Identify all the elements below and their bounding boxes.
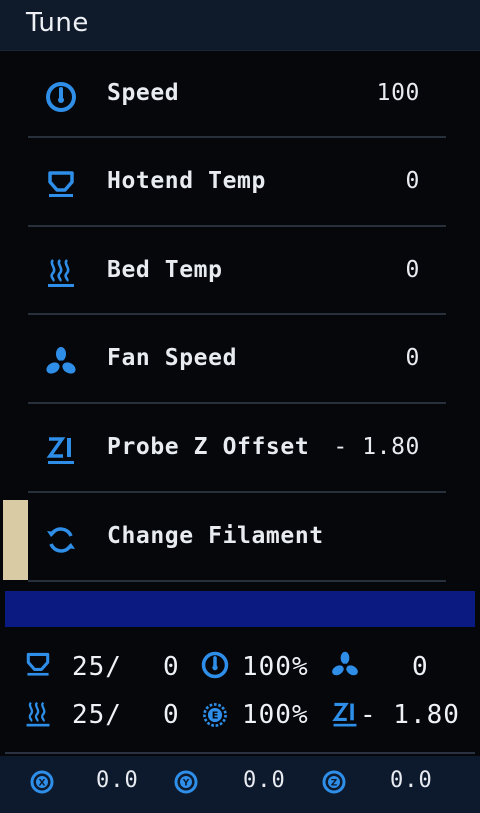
hotend-temp-value: 0 (405, 168, 420, 194)
fan-speed-value: 0 (405, 345, 420, 371)
x-axis-icon: X (30, 770, 54, 794)
hotend-current: 25/ (72, 652, 122, 682)
speed-value: 100 (376, 80, 420, 106)
axis-position-bar: X 0.0 Y 0.0 Z 0.0 (0, 756, 480, 813)
speed-gauge-icon (201, 651, 229, 679)
divider (5, 752, 475, 754)
page-title: Tune (26, 8, 89, 38)
z-position: 0.0 (390, 768, 433, 793)
menu-item-hotend-temp[interactable]: Hotend Temp 0 (0, 140, 480, 228)
divider (28, 313, 446, 315)
fan-icon (332, 651, 358, 676)
bed-heat-icon (26, 701, 50, 727)
hotend-icon (26, 652, 50, 676)
status-row-1: 25/ 0 100% 0 (0, 642, 480, 690)
divider (28, 136, 446, 138)
menu-label: Bed Temp (107, 257, 223, 283)
divider (28, 225, 446, 227)
probe-z-icon (46, 437, 74, 464)
menu-item-speed[interactable]: Speed 100 (0, 52, 480, 140)
bed-current: 25/ (72, 700, 122, 730)
z-offset-value: - 1.80 (360, 700, 460, 730)
divider (28, 491, 446, 493)
speed-gauge-icon (46, 82, 76, 112)
flow-percent: 100% (242, 700, 309, 730)
print-progress-bar (5, 591, 475, 627)
menu-label: Speed (107, 80, 180, 106)
probe-z-icon (332, 702, 357, 727)
status-row-2: 25/ 0 E 100% - 1.80 (0, 698, 480, 746)
menu-label: Fan Speed (107, 345, 238, 371)
menu-item-change-filament[interactable]: Change Filament (0, 495, 480, 583)
y-position: 0.0 (243, 768, 286, 793)
svg-text:E: E (212, 711, 219, 722)
menu-item-fan-speed[interactable]: Fan Speed 0 (0, 317, 480, 405)
bed-temp-value: 0 (405, 257, 420, 283)
z-axis-icon: Z (322, 770, 346, 794)
title-bar: Tune (0, 0, 480, 51)
hotend-icon (48, 171, 74, 197)
menu-item-bed-temp[interactable]: Bed Temp 0 (0, 229, 480, 317)
probe-z-offset-value: - 1.80 (333, 434, 420, 460)
bed-target: 0 (163, 700, 180, 730)
hotend-target: 0 (163, 652, 180, 682)
extruder-flow-icon: E (203, 703, 227, 727)
menu-label: Hotend Temp (107, 168, 266, 194)
menu-label: Change Filament (107, 523, 324, 549)
change-filament-icon (47, 527, 75, 553)
menu-item-probe-z-offset[interactable]: Probe Z Offset - 1.80 (0, 406, 480, 494)
bed-heat-icon (48, 259, 74, 287)
divider (28, 402, 446, 404)
x-position: 0.0 (96, 768, 139, 793)
svg-text:Z: Z (331, 779, 338, 789)
y-axis-icon: Y (174, 770, 198, 794)
svg-text:X: X (39, 779, 46, 789)
speed-percent: 100% (242, 652, 309, 682)
fan-icon (46, 347, 76, 374)
printer-screen: Tune Speed 100 Hotend Temp 0 Bed Temp 0 (0, 0, 480, 813)
divider (28, 580, 446, 582)
fan-value: 0 (412, 652, 429, 682)
svg-text:Y: Y (182, 779, 190, 789)
menu-label: Probe Z Offset (107, 434, 310, 460)
